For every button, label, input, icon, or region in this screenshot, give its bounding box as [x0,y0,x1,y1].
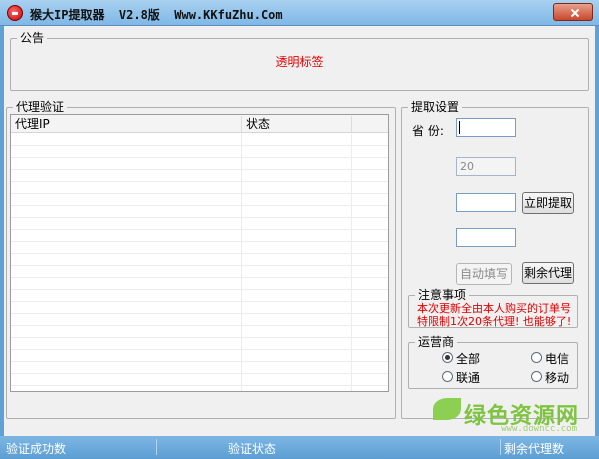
table-body [11,134,388,390]
notes-text: 本次更新全由本人购买的订单号 特限制1次20条代理! 也能够了! [417,302,571,328]
carrier-radio-telecom[interactable] [531,352,542,363]
status-divider [156,439,157,455]
status-verified-count: 验证成功数 [6,442,67,456]
carrier-label-unicom[interactable]: 联通 [456,369,480,386]
app-icon [7,5,23,21]
column-divider [351,134,352,391]
watermark-logo [433,398,461,420]
status-bar: 验证成功数 验证状态 剩余代理数 [0,436,599,459]
count-input[interactable]: 20 [456,157,516,176]
carrier-radio-all[interactable] [442,352,453,363]
status-verify-state: 验证状态 [228,442,277,456]
notice-text: 透明标签 [275,55,324,69]
watermark-url: www.downcc.com [501,424,577,434]
order-input[interactable] [456,193,516,212]
proxy-verify-legend: 代理验证 [13,100,68,114]
notes-legend: 注意事项 [415,288,470,302]
status-divider [500,439,501,455]
status-remaining-count: 剩余代理数 [504,442,565,456]
extra-input[interactable] [456,228,516,247]
carrier-radio-mobile[interactable] [531,371,542,382]
proxy-list-table[interactable]: 代理IP 状态 [10,114,389,392]
column-divider [241,134,242,391]
notes-line-1: 本次更新全由本人购买的订单号 [417,302,571,315]
carrier-radio-unicom[interactable] [442,371,453,382]
province-input[interactable] [456,118,516,137]
province-label: 省 份: [412,124,444,138]
column-header-empty [352,116,388,132]
carrier-label-mobile[interactable]: 移动 [545,369,569,386]
carrier-label-telecom[interactable]: 电信 [545,350,569,367]
window-title: 猴大IP提取器 V2.8版 Www.KKfuZhu.Com [30,8,283,22]
column-header-proxy-ip[interactable]: 代理IP [11,116,242,132]
notes-group: 注意事项 本次更新全由本人购买的订单号 特限制1次20条代理! 也能够了! [408,288,578,328]
column-header-status[interactable]: 状态 [242,116,352,132]
notice-legend: 公告 [17,31,48,45]
carrier-label-all[interactable]: 全部 [456,350,480,367]
notes-line-2: 特限制1次20条代理! 也能够了! [417,315,572,328]
extract-settings-legend: 提取设置 [408,100,463,114]
autofill-button[interactable]: 自动填写 [456,263,512,285]
window-client: 公告 透明标签 代理验证 代理IP 状态 提取设置 省 份: 20 立即提取 自… [4,26,595,436]
table-header: 代理IP 状态 [11,115,388,133]
text-caret [459,121,460,134]
title-bar[interactable]: 猴大IP提取器 V2.8版 Www.KKfuZhu.Com [0,0,599,26]
extract-now-button[interactable]: 立即提取 [522,192,574,214]
carrier-legend: 运营商 [415,335,458,349]
notice-group: 公告 透明标签 [10,31,589,91]
close-button[interactable] [553,3,593,21]
remaining-proxy-button[interactable]: 剩余代理 [522,262,574,284]
